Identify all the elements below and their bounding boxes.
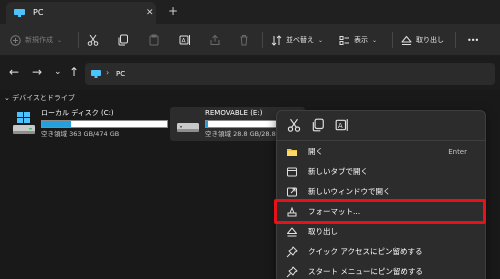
- recent-locations-button[interactable]: ⌄: [54, 65, 62, 79]
- menu-item-eject[interactable]: 取り出し: [281, 222, 481, 242]
- trash-icon: [240, 35, 248, 46]
- cut-button[interactable]: [87, 24, 99, 56]
- command-bar: 新規作成 ⌄ A 並べ替え ⌄ 表示 ⌄ 取り出し •••: [0, 24, 500, 56]
- rename-icon: A: [179, 35, 190, 45]
- divider: [455, 32, 456, 48]
- eject-button-label: 取り出し: [416, 36, 444, 44]
- folder-icon: [287, 149, 297, 156]
- menu-item-label: 開く: [308, 147, 323, 156]
- copy-icon[interactable]: [311, 118, 325, 132]
- menu-item-label: 新しいタブで開く: [308, 167, 368, 176]
- devices-and-drives-header[interactable]: ⌄ デバイスとドライブ: [4, 92, 75, 104]
- tab-title: PC: [33, 8, 44, 17]
- paste-button[interactable]: [148, 24, 160, 56]
- system-drive-icon: [13, 112, 35, 134]
- new-item-icon: [10, 34, 21, 46]
- divider: [392, 32, 393, 48]
- menu-item-shortcut: Enter: [448, 148, 467, 156]
- drive-usage-bar: [41, 120, 168, 128]
- back-button[interactable]: ←: [9, 65, 19, 79]
- menu-item-open[interactable]: 開く Enter: [281, 142, 481, 162]
- removable-drive-icon: [177, 123, 199, 132]
- context-menu-divider: [277, 140, 485, 141]
- menu-item-open-in-new-tab[interactable]: 新しいタブで開く: [281, 162, 481, 182]
- new-tab-icon: [287, 167, 297, 177]
- divider: [262, 32, 263, 48]
- delete-button[interactable]: [238, 24, 250, 56]
- chevron-down-icon: ⌄: [57, 36, 63, 44]
- forward-button[interactable]: →: [32, 65, 42, 79]
- paste-icon: [149, 34, 159, 46]
- menu-item-label: 新しいウィンドウで開く: [308, 187, 391, 196]
- divider: [78, 32, 79, 48]
- address-bar[interactable]: › PC: [85, 63, 495, 85]
- sort-icon: [271, 34, 282, 46]
- eject-icon: [401, 35, 412, 45]
- sort-button[interactable]: 並べ替え ⌄: [271, 24, 323, 56]
- share-icon: [210, 34, 220, 45]
- menu-item-pin-to-quick-access[interactable]: クイック アクセスにピン留めする: [281, 242, 481, 262]
- highlight-annotation: [274, 199, 486, 224]
- monitor-icon: [91, 70, 101, 78]
- context-menu: A 開く Enter 新しいタブで開く 新しいウィンドウで開く フォーマット..…: [276, 110, 486, 279]
- tab-pc[interactable]: PC ✕: [6, 2, 156, 24]
- monitor-icon: [14, 9, 25, 17]
- share-button[interactable]: [209, 24, 221, 56]
- cut-icon: [87, 34, 99, 46]
- drive-c[interactable]: ローカル ディスク (C:) 空き領域 363 GB/474 GB: [6, 107, 168, 141]
- more-icon: •••: [467, 35, 479, 45]
- drive-name: REMOVABLE (E:): [205, 109, 263, 117]
- drive-name: ローカル ディスク (C:): [41, 109, 114, 117]
- breadcrumb-separator: ›: [106, 68, 110, 77]
- menu-item-label: 取り出し: [308, 227, 338, 236]
- new-button-label: 新規作成: [25, 36, 53, 44]
- chevron-down-icon: ⌄: [318, 36, 324, 44]
- view-icon: [339, 35, 349, 45]
- eject-button[interactable]: 取り出し: [401, 24, 444, 56]
- copy-button[interactable]: [117, 24, 129, 56]
- cut-icon[interactable]: [287, 118, 301, 132]
- chevron-down-icon: ⌄: [372, 36, 378, 44]
- menu-item-label: スタート メニューにピン留めする: [308, 267, 423, 276]
- sort-button-label: 並べ替え: [286, 36, 314, 44]
- new-window-icon: [287, 187, 297, 197]
- context-menu-toolbar: A: [277, 111, 487, 139]
- navigation-bar: ← → ⌄ ↑ › PC: [0, 57, 500, 89]
- pin-icon: [286, 246, 298, 258]
- eject-icon: [287, 227, 297, 237]
- drive-free-space: 空き領域 28.8 GB/28.8: [205, 130, 276, 138]
- rename-button[interactable]: A: [179, 24, 191, 56]
- more-options-button[interactable]: •••: [467, 24, 479, 56]
- menu-item-label: クイック アクセスにピン留めする: [308, 247, 423, 256]
- rename-icon[interactable]: A: [335, 118, 349, 132]
- svg-text:A: A: [338, 122, 343, 130]
- close-tab-icon[interactable]: ✕: [146, 6, 154, 20]
- up-button[interactable]: ↑: [69, 65, 79, 79]
- svg-text:A: A: [182, 38, 187, 45]
- drive-usage-fill: [42, 121, 71, 127]
- view-button-label: 表示: [354, 36, 368, 44]
- drive-free-space: 空き領域 363 GB/474 GB: [41, 130, 120, 138]
- copy-icon: [118, 34, 128, 46]
- pin-icon: [286, 266, 298, 278]
- drive-usage-fill: [206, 121, 208, 127]
- new-tab-button[interactable]: +: [168, 3, 178, 19]
- tab-strip: PC ✕ +: [0, 0, 500, 24]
- breadcrumb-pc[interactable]: PC: [116, 67, 125, 81]
- menu-item-pin-to-start[interactable]: スタート メニューにピン留めする: [281, 262, 481, 279]
- view-button[interactable]: 表示 ⌄: [339, 24, 377, 56]
- new-button[interactable]: 新規作成 ⌄: [10, 24, 62, 56]
